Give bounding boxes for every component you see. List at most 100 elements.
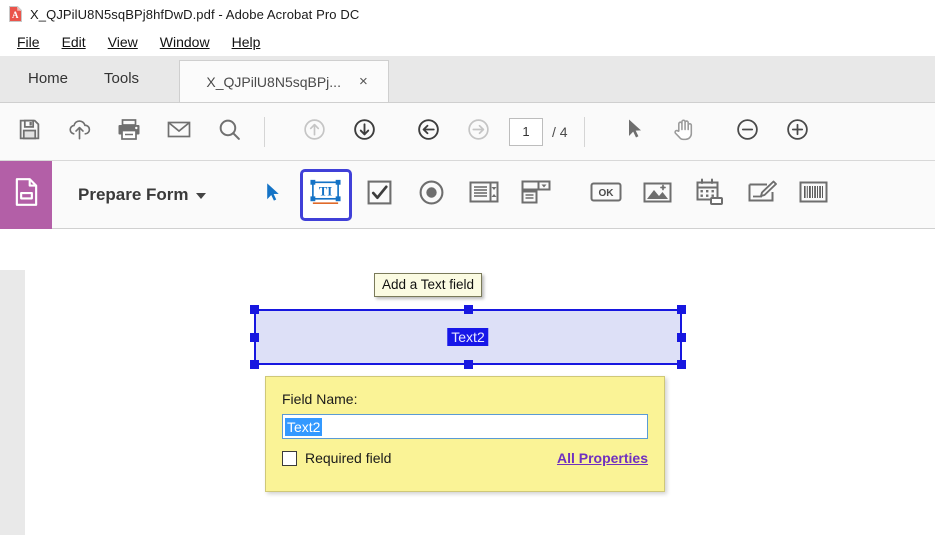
button-ok-icon: OK: [590, 181, 622, 208]
radio-button-icon: [418, 179, 445, 211]
next-page-button[interactable]: [339, 109, 389, 155]
date-field-icon: [695, 178, 724, 211]
barcode-icon: [799, 180, 828, 209]
required-field-checkbox[interactable]: [282, 450, 297, 466]
previous-view-button[interactable]: [403, 109, 453, 155]
arrow-forward-icon: [466, 117, 491, 147]
required-field-checkbox-wrap[interactable]: Required field: [282, 450, 391, 466]
selected-text-field[interactable]: Text2: [250, 305, 686, 369]
hand-icon: [671, 117, 696, 147]
menu-edit-label: Edit: [61, 34, 86, 50]
image-field-icon: [643, 180, 672, 210]
resize-handle-top-center[interactable]: [464, 305, 473, 314]
svg-text:OK: OK: [598, 188, 614, 199]
signature-field-icon: [747, 180, 777, 210]
resize-handle-bottom-center[interactable]: [464, 360, 473, 369]
tab-strip: Home Tools X_QJPilU8N5sqBPj... ×: [0, 56, 935, 103]
menu-window[interactable]: Window: [149, 32, 221, 52]
menu-view[interactable]: View: [97, 32, 149, 52]
field-name-input[interactable]: Text2: [282, 414, 648, 439]
hand-tool-button[interactable]: [659, 109, 709, 155]
tab-strip-left: Home Tools: [0, 55, 161, 102]
menu-help[interactable]: Help: [221, 32, 272, 52]
email-button[interactable]: [154, 109, 204, 155]
form-tool-text-field[interactable]: TI: [299, 168, 352, 221]
form-field-name-label: Text2: [447, 328, 489, 346]
form-tool-button[interactable]: OK: [582, 171, 630, 219]
tab-document[interactable]: X_QJPilU8N5sqBPj... ×: [179, 60, 390, 102]
find-button[interactable]: [204, 109, 254, 155]
dropdown-icon: [521, 179, 551, 211]
page-total-label: / 4: [552, 123, 568, 140]
resize-handle-top-right[interactable]: [677, 305, 686, 314]
prepare-form-panel-button[interactable]: [0, 160, 52, 229]
prepare-form-document-icon: [13, 177, 40, 212]
form-tool-radio-button[interactable]: [408, 171, 456, 219]
menu-bar: File Edit View Window Help: [0, 28, 935, 56]
select-object-icon: [262, 181, 282, 209]
zoom-in-icon: [785, 117, 810, 147]
menu-view-label: View: [107, 34, 138, 50]
resize-handle-bottom-left[interactable]: [250, 360, 259, 369]
print-button[interactable]: [104, 109, 154, 155]
required-field-label: Required field: [305, 450, 392, 466]
acrobat-logo-icon: A: [8, 6, 23, 22]
popup-bottom-row: Required field All Properties: [282, 450, 648, 466]
main-toolbar: / 4: [0, 103, 935, 161]
form-tool-image-field[interactable]: [634, 171, 682, 219]
search-icon: [217, 117, 242, 147]
zoom-out-icon: [735, 117, 760, 147]
svg-text:A: A: [12, 10, 19, 20]
text-field-icon: TI: [309, 178, 342, 211]
resize-handle-top-left[interactable]: [250, 305, 259, 314]
menu-file[interactable]: File: [6, 32, 51, 52]
tab-home[interactable]: Home: [10, 55, 86, 102]
all-properties-link[interactable]: All Properties: [557, 450, 648, 466]
menu-edit[interactable]: Edit: [51, 32, 97, 52]
next-view-button[interactable]: [453, 109, 503, 155]
window-title: X_QJPilU8N5sqBPj8hfDwD.pdf - Adobe Acrob…: [30, 6, 360, 22]
tooltip: Add a Text field: [374, 273, 483, 297]
form-tool-select-object[interactable]: [248, 171, 296, 219]
menu-file-label: File: [17, 34, 40, 50]
toolbar-separator-2: [583, 116, 585, 147]
zoom-in-button[interactable]: [773, 109, 823, 155]
acrobat-window: A X_QJPilU8N5sqBPj8hfDwD.pdf - Adobe Acr…: [0, 0, 935, 535]
menu-help-label: Help: [231, 34, 261, 50]
arrow-up-icon: [302, 117, 327, 147]
form-tool-date-field[interactable]: [686, 171, 734, 219]
zoom-out-button[interactable]: [723, 109, 773, 155]
form-tool-barcode[interactable]: [790, 171, 838, 219]
toolbar-separator-1: [264, 116, 265, 147]
tab-tools[interactable]: Tools: [86, 55, 157, 102]
prepare-form-toolbar: Prepare Form TI OK: [0, 160, 935, 229]
menu-window-label: Window: [159, 34, 210, 50]
email-icon: [166, 117, 192, 147]
previous-page-button[interactable]: [289, 109, 339, 155]
print-icon: [116, 117, 142, 147]
field-name-label: Field Name:: [282, 391, 358, 407]
cloud-upload-icon: [66, 117, 93, 147]
svg-text:TI: TI: [319, 184, 332, 198]
prepare-form-title: Prepare Form: [78, 184, 189, 204]
arrow-back-icon: [416, 117, 441, 147]
field-properties-popup: Field Name: Text2 Required field All Pro…: [265, 376, 665, 492]
form-tool-signature-field[interactable]: [738, 171, 786, 219]
form-tool-list-box[interactable]: [460, 171, 508, 219]
resize-handle-bottom-right[interactable]: [677, 360, 686, 369]
tab-document-label: X_QJPilU8N5sqBPj...: [206, 73, 341, 90]
save-to-cloud-button[interactable]: [54, 109, 104, 155]
chevron-down-icon: [195, 193, 206, 199]
save-button[interactable]: [4, 109, 54, 155]
form-tool-checkbox[interactable]: [356, 171, 404, 219]
form-tools-group: TI OK: [248, 168, 838, 221]
page-number-input[interactable]: [509, 117, 543, 146]
select-tool-button[interactable]: [609, 109, 659, 155]
form-tool-dropdown[interactable]: [512, 171, 560, 219]
select-cursor-icon: [623, 117, 645, 146]
resize-handle-middle-left[interactable]: [250, 333, 259, 342]
checkbox-icon: [366, 179, 393, 211]
close-icon[interactable]: ×: [359, 74, 368, 89]
resize-handle-middle-right[interactable]: [677, 333, 686, 342]
prepare-form-title-button[interactable]: Prepare Form: [52, 185, 206, 205]
